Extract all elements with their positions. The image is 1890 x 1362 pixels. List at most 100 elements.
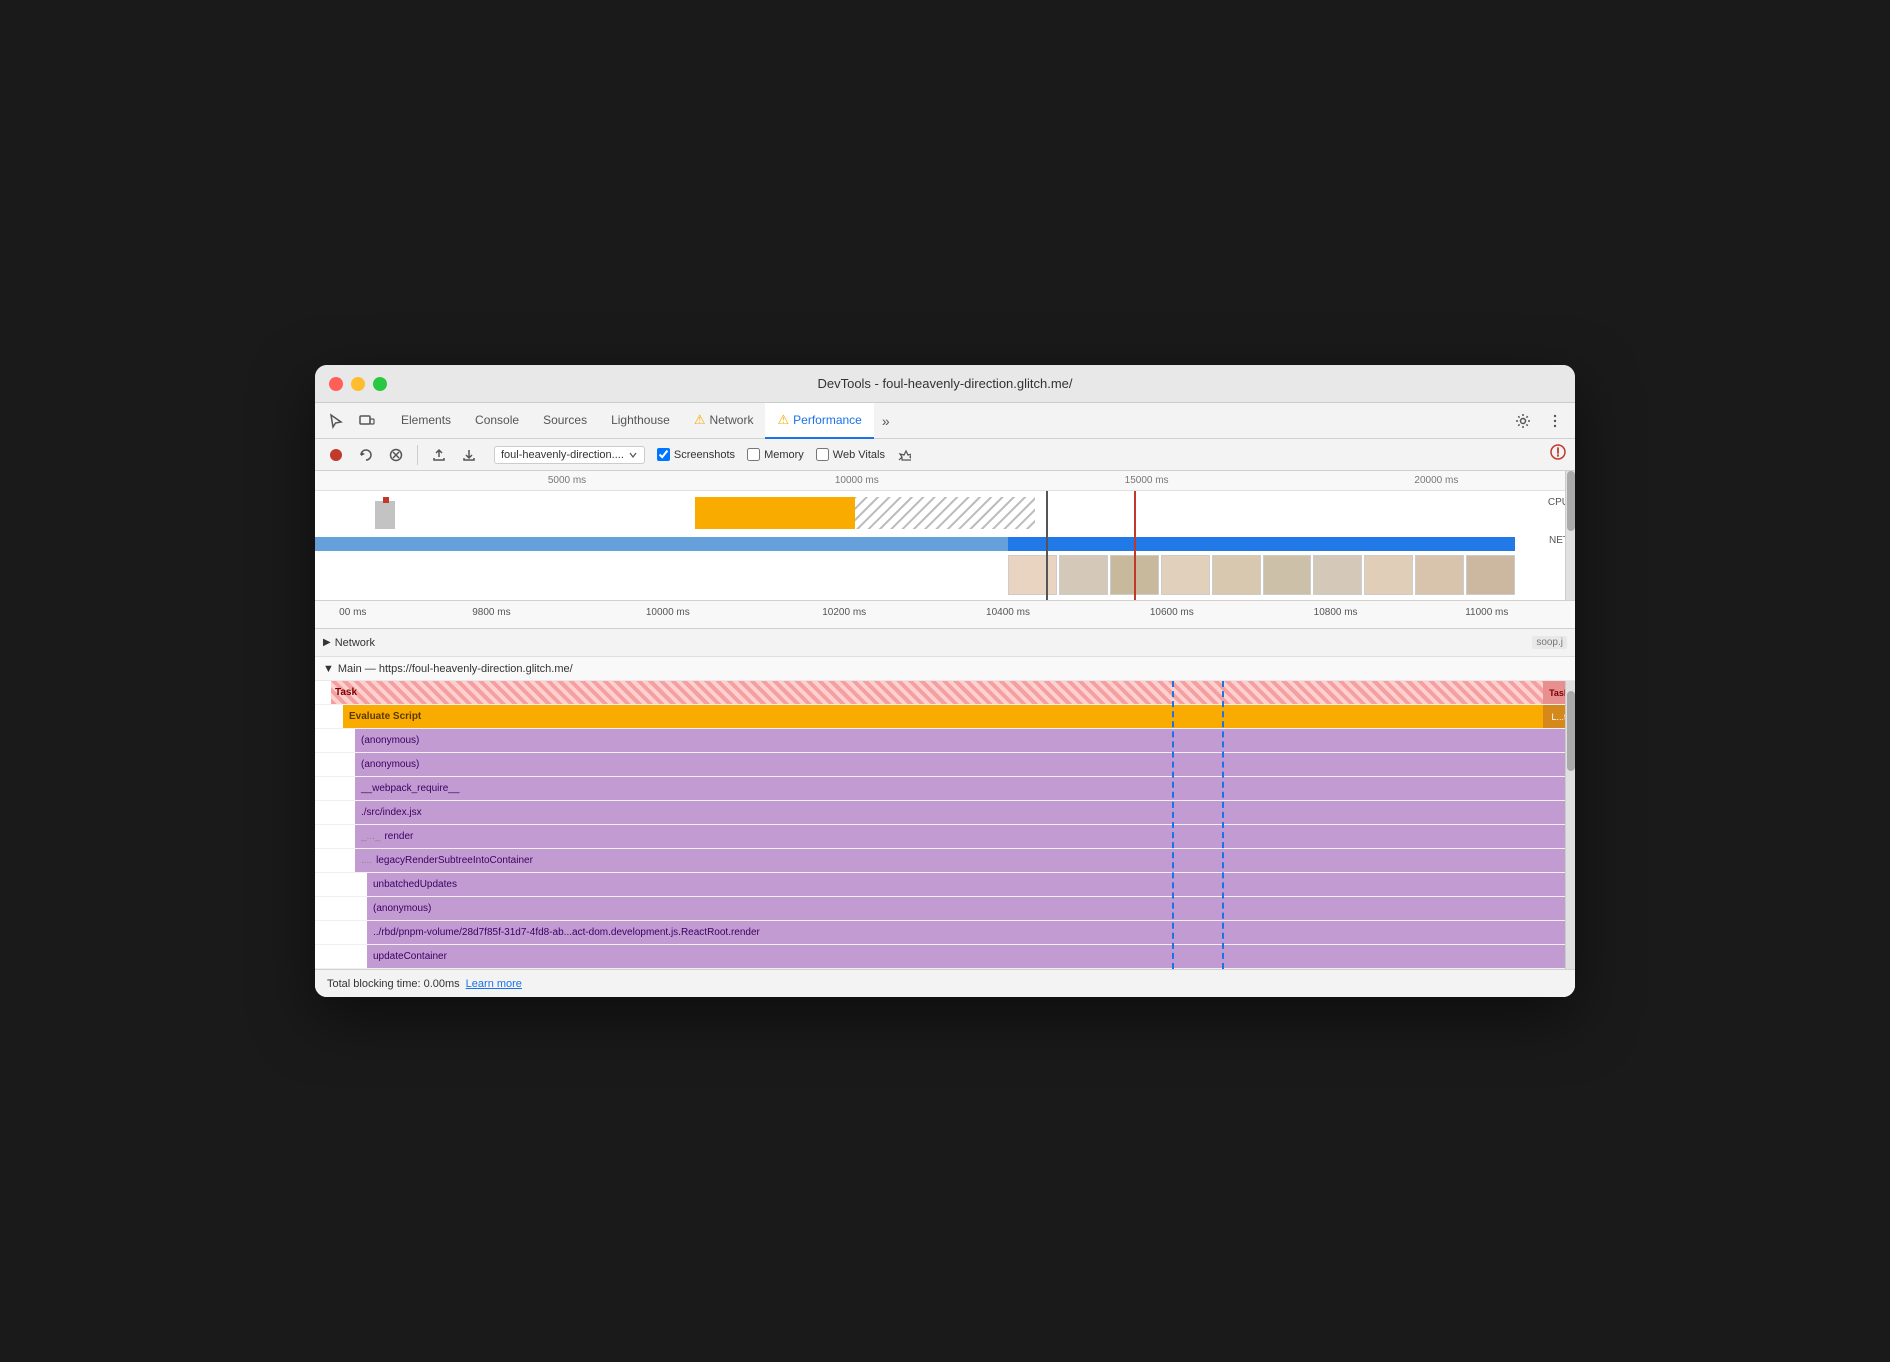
tab-elements[interactable]: Elements xyxy=(389,403,463,439)
zoom-tick-9800: 9800 ms xyxy=(472,607,510,618)
settings-alert-icon[interactable] xyxy=(1549,443,1567,466)
anon2-bar[interactable]: (anonymous) xyxy=(355,753,1565,776)
settings-gear-icon[interactable] xyxy=(1509,407,1537,435)
flame-scrollbar-thumb[interactable] xyxy=(1567,691,1575,771)
ruler-tick-5000: 5000 ms xyxy=(548,475,586,486)
zoom-tick-0: 00 ms xyxy=(339,607,366,618)
blocking-time-text: Total blocking time: 0.00ms xyxy=(327,978,460,990)
flame-row-anon3[interactable]: (anonymous) xyxy=(315,897,1575,921)
network-track-label: Network xyxy=(335,637,375,649)
tracks-container: ▶ Network soop.j ▼ Main — https://foul-h… xyxy=(315,629,1575,969)
tab-sources[interactable]: Sources xyxy=(531,403,599,439)
timeline-scrollbar[interactable] xyxy=(1565,471,1575,600)
maximize-button[interactable] xyxy=(373,377,387,391)
traffic-lights xyxy=(329,377,387,391)
timeline-ruler: 5000 ms 10000 ms 15000 ms 20000 ms xyxy=(315,471,1575,491)
download-button[interactable] xyxy=(456,442,482,468)
tab-bar: Elements Console Sources Lighthouse ⚠ Ne… xyxy=(315,403,1575,439)
tab-network[interactable]: ⚠ Network xyxy=(682,403,766,439)
cpu-chart xyxy=(315,493,1315,533)
record-button[interactable] xyxy=(323,442,349,468)
timeline-overview[interactable]: 5000 ms 10000 ms 15000 ms 20000 ms CPU N… xyxy=(315,471,1575,601)
tab-bar-actions xyxy=(1509,407,1569,435)
status-bar: Total blocking time: 0.00ms Learn more xyxy=(315,969,1575,997)
toolbar-separator-1 xyxy=(417,445,418,465)
ruler-tick-20000: 20000 ms xyxy=(1414,475,1458,486)
device-toggle-icon[interactable] xyxy=(353,407,381,435)
legacy-bar[interactable]: .... legacyRenderSubtreeIntoContainer xyxy=(355,849,1565,872)
screenshots-strip xyxy=(1008,555,1515,597)
network-track-suffix: soop.j xyxy=(1532,636,1567,649)
clear-button[interactable] xyxy=(893,444,915,466)
network-track-header[interactable]: ▶ Network soop.j xyxy=(315,629,1575,657)
flame-row-anon2[interactable]: (anonymous) xyxy=(315,753,1575,777)
ruler-tick-10000: 10000 ms xyxy=(835,475,879,486)
learn-more-link[interactable]: Learn more xyxy=(466,978,522,990)
flame-row-update-container[interactable]: updateContainer xyxy=(315,945,1575,969)
scrollbar-thumb[interactable] xyxy=(1567,471,1575,531)
tab-lighthouse[interactable]: Lighthouse xyxy=(599,403,682,439)
more-options-icon[interactable] xyxy=(1541,407,1569,435)
flame-row-unbatched[interactable]: unbatchedUpdates xyxy=(315,873,1575,897)
flame-row-eval[interactable]: Evaluate Script L...t xyxy=(315,705,1575,729)
task-bar-main[interactable]: Task xyxy=(331,681,1543,704)
zoom-tick-10800: 10800 ms xyxy=(1314,607,1358,618)
cursor-icon[interactable] xyxy=(321,407,349,435)
close-button[interactable] xyxy=(329,377,343,391)
web-vitals-checkbox[interactable] xyxy=(816,448,829,461)
tab-nav: Elements Console Sources Lighthouse ⚠ Ne… xyxy=(389,403,1509,439)
devtools-panel: Elements Console Sources Lighthouse ⚠ Ne… xyxy=(315,403,1575,997)
web-vitals-checkbox-label[interactable]: Web Vitals xyxy=(816,448,885,461)
network-warn-icon: ⚠ xyxy=(694,412,706,428)
update-container-bar[interactable]: updateContainer xyxy=(367,945,1565,968)
reload-record-button[interactable] xyxy=(353,442,379,468)
zoom-tick-10200: 10200 ms xyxy=(822,607,866,618)
nav-icons xyxy=(321,407,381,435)
render-label-bar[interactable]: _..._ render xyxy=(355,825,1565,848)
net-bar-extended xyxy=(1008,537,1515,551)
memory-checkbox[interactable] xyxy=(747,448,760,461)
screenshots-checkbox-label[interactable]: Screenshots xyxy=(657,448,735,461)
tab-performance[interactable]: ⚠ Performance xyxy=(765,403,873,439)
flame-row-render-label[interactable]: _..._ render xyxy=(315,825,1575,849)
cursor-red-line xyxy=(1134,491,1136,600)
unbatched-bar[interactable]: unbatchedUpdates xyxy=(367,873,1565,896)
main-collapse-icon: ▼ xyxy=(323,663,334,675)
screenshots-checkbox[interactable] xyxy=(657,448,670,461)
zoom-tick-11000: 11000 ms xyxy=(1465,607,1508,618)
src-index-bar[interactable]: ./src/index.jsx xyxy=(355,801,1565,824)
zoom-tick-10400: 10400 ms xyxy=(986,607,1030,618)
zoom-ruler: 00 ms 9800 ms 10000 ms 10200 ms 10400 ms… xyxy=(315,601,1575,628)
flame-chart: Task Task Evaluate Script L...t (anonymo… xyxy=(315,681,1575,969)
rbd-bar[interactable]: ../rbd/pnpm-volume/28d7f85f-31d7-4fd8-ab… xyxy=(367,921,1565,944)
clear-recording-button[interactable] xyxy=(383,442,409,468)
eval-script-bar[interactable]: Evaluate Script xyxy=(343,705,1543,728)
ruler-tick-15000: 15000 ms xyxy=(1125,475,1169,486)
zoom-timeline: 00 ms 9800 ms 10000 ms 10200 ms 10400 ms… xyxy=(315,601,1575,629)
performance-warn-icon: ⚠ xyxy=(777,412,789,428)
flame-scrollbar[interactable] xyxy=(1565,681,1575,969)
flame-row-src-index[interactable]: ./src/index.jsx xyxy=(315,801,1575,825)
performance-toolbar: foul-heavenly-direction.... Screenshots … xyxy=(315,439,1575,471)
checkbox-group: Screenshots Memory Web Vitals xyxy=(657,448,885,461)
flame-row-webpack[interactable]: __webpack_require__ xyxy=(315,777,1575,801)
minimize-button[interactable] xyxy=(351,377,365,391)
tab-console[interactable]: Console xyxy=(463,403,531,439)
flame-row-task[interactable]: Task Task xyxy=(315,681,1575,705)
url-text: foul-heavenly-direction.... xyxy=(501,449,624,461)
memory-checkbox-label[interactable]: Memory xyxy=(747,448,804,461)
flame-row-rbd[interactable]: ../rbd/pnpm-volume/28d7f85f-31d7-4fd8-ab… xyxy=(315,921,1575,945)
window-title: DevTools - foul-heavenly-direction.glitc… xyxy=(817,376,1072,391)
main-thread-header[interactable]: ▼ Main — https://foul-heavenly-direction… xyxy=(315,657,1575,681)
main-thread-label: Main — https://foul-heavenly-direction.g… xyxy=(338,663,573,675)
more-tabs-button[interactable]: » xyxy=(874,413,898,429)
url-dropdown[interactable]: foul-heavenly-direction.... xyxy=(494,446,645,464)
anon3-bar[interactable]: (anonymous) xyxy=(367,897,1565,920)
upload-button[interactable] xyxy=(426,442,452,468)
flame-row-legacy[interactable]: .... legacyRenderSubtreeIntoContainer xyxy=(315,849,1575,873)
cursor-line xyxy=(1046,491,1048,600)
flame-row-anon1[interactable]: (anonymous) xyxy=(315,729,1575,753)
anon1-bar[interactable]: (anonymous) xyxy=(355,729,1565,752)
devtools-window: DevTools - foul-heavenly-direction.glitc… xyxy=(315,365,1575,997)
webpack-bar[interactable]: __webpack_require__ xyxy=(355,777,1565,800)
